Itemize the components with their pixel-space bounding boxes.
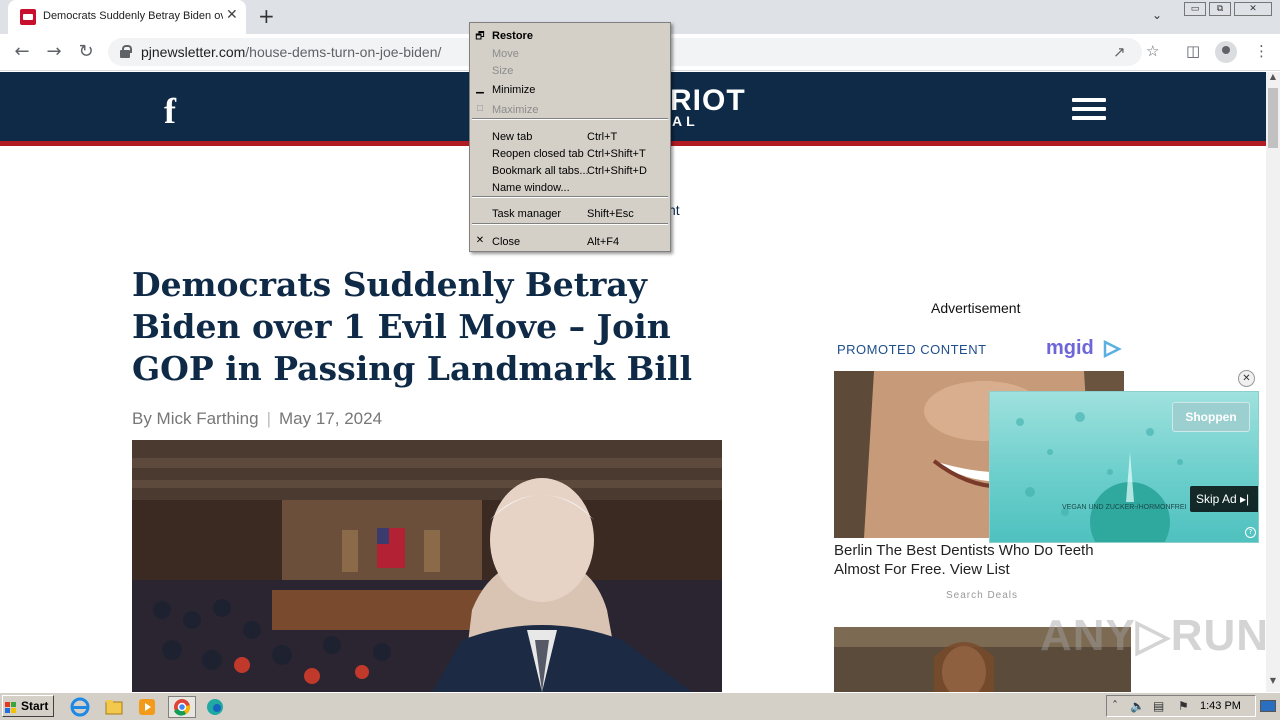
reload-icon[interactable]: ↻ xyxy=(74,41,98,62)
ad-fine-print: VEGAN UND ZUCKER-/HORMONFREI xyxy=(1062,504,1187,511)
chrome-icon[interactable] xyxy=(168,696,196,718)
publish-date: May 17, 2024 xyxy=(279,409,383,428)
menu-item-close[interactable]: ✕ Close Alt+F4 xyxy=(470,233,670,250)
scrollbar-thumb[interactable] xyxy=(1268,88,1278,148)
network-icon[interactable]: ▤ xyxy=(1153,699,1164,713)
window-system-menu: 🗗 Restore Move Size ▁ Minimize □ Maximize New ta… xyxy=(469,22,671,252)
windows-logo-icon xyxy=(5,699,17,713)
scroll-up-arrow-icon[interactable]: ▲ xyxy=(1266,72,1280,86)
url-text[interactable]: pjnewsletter.com/house-dems-turn-on-joe-… xyxy=(141,44,441,60)
menu-item-bookmark-all-tabs[interactable]: Bookmark all tabs... Ctrl+Shift+D xyxy=(470,162,670,179)
menu-item-label: Close xyxy=(492,236,521,248)
show-desktop-icon[interactable] xyxy=(1260,700,1276,712)
scroll-down-arrow-icon[interactable]: ▼ xyxy=(1266,676,1280,690)
shop-now-button[interactable]: Shoppen xyxy=(1172,402,1250,432)
edge-icon[interactable] xyxy=(204,696,226,718)
menu-item-label: Name window... xyxy=(492,182,570,194)
author-name[interactable]: By Mick Farthing xyxy=(132,409,259,428)
site-favicon-icon xyxy=(20,9,36,25)
internet-explorer-icon[interactable] xyxy=(69,696,91,718)
advertisement-label: Advertisement xyxy=(931,300,1021,316)
menu-item-icon: □ xyxy=(476,103,484,114)
close-video-ad-icon[interactable]: ✕ xyxy=(1238,370,1255,387)
lock-icon[interactable] xyxy=(120,45,132,58)
restore-window-button[interactable]: ⧉ xyxy=(1209,2,1231,16)
back-arrow-icon[interactable]: ← xyxy=(10,41,34,62)
menu-item-shortcut: Alt+F4 xyxy=(587,236,620,248)
menu-item-shortcut: Ctrl+T xyxy=(587,131,618,143)
media-player-icon[interactable] xyxy=(136,696,158,718)
menu-item-shortcut: Ctrl+Shift+D xyxy=(587,165,647,177)
mgid-logo[interactable]: mgid xyxy=(1046,337,1094,360)
ad-info-help-icon[interactable]: ? xyxy=(1245,527,1256,538)
browser-tab[interactable]: Democrats Suddenly Betray Biden ov ✕ xyxy=(8,0,246,34)
menu-item-icon: 🗗 xyxy=(475,31,485,42)
taskbar-clock[interactable]: 1:43 PM xyxy=(1200,700,1241,712)
menu-item-label: Minimize xyxy=(492,84,536,96)
menu-item-task-manager[interactable]: Task manager Shift+Esc xyxy=(470,205,670,222)
tab-search-chevron-icon[interactable]: ⌄ xyxy=(1152,8,1162,22)
menu-item-reopen-closed-tab[interactable]: Reopen closed tab Ctrl+Shift+T xyxy=(470,145,670,162)
menu-item-shortcut: Shift+Esc xyxy=(587,208,634,220)
action-center-flag-icon[interactable]: ⚑ xyxy=(1178,699,1189,713)
article-headline: Democrats Suddenly Betray Biden over 1 E… xyxy=(132,265,693,388)
menu-item-shortcut: Ctrl+Shift+T xyxy=(587,148,646,160)
menu-item-restore[interactable]: 🗗 Restore xyxy=(470,27,670,44)
menu-separator xyxy=(472,223,668,225)
new-tab-button[interactable]: + xyxy=(258,4,275,28)
tab-close-icon[interactable]: ✕ xyxy=(226,7,238,23)
menu-item-label: New tab xyxy=(492,131,533,143)
profile-avatar-icon[interactable] xyxy=(1215,41,1237,63)
menu-item-label: Size xyxy=(492,65,514,77)
menu-item-label: Maximize xyxy=(492,104,539,116)
promoted-content-label: PROMOTED CONTENT xyxy=(837,342,987,357)
minimize-window-button[interactable]: ▭ xyxy=(1184,2,1206,16)
mgid-adchoices-icon[interactable] xyxy=(1102,339,1122,359)
facebook-icon[interactable]: f xyxy=(164,90,176,132)
menu-item-icon: ▁ xyxy=(476,83,484,94)
menu-item-label: Move xyxy=(492,48,519,60)
menu-item-move: Move xyxy=(470,45,670,62)
side-panel-icon[interactable]: ◫ xyxy=(1186,42,1200,60)
share-icon[interactable]: ↗ xyxy=(1113,43,1126,61)
file-explorer-icon[interactable] xyxy=(103,696,125,718)
forward-arrow-icon[interactable]: → xyxy=(42,41,66,62)
page-scrollbar[interactable] xyxy=(1266,72,1280,692)
more-menu-icon[interactable]: ⋮ xyxy=(1254,42,1269,60)
menu-item-name-window[interactable]: Name window... xyxy=(470,179,670,196)
show-hidden-icons-icon[interactable]: ˆ xyxy=(1112,699,1118,713)
menu-separator xyxy=(472,196,668,198)
close-window-button[interactable]: ✕ xyxy=(1234,2,1272,16)
menu-item-minimize[interactable]: ▁ Minimize xyxy=(470,81,670,98)
site-logo-subtitle: AL xyxy=(672,113,699,129)
menu-item-new-tab[interactable]: New tab Ctrl+T xyxy=(470,128,670,145)
tab-title: Democrats Suddenly Betray Biden ov xyxy=(43,10,223,22)
bookmark-star-icon[interactable]: ☆ xyxy=(1146,42,1159,60)
menu-separator xyxy=(472,118,668,120)
promo-source[interactable]: Search Deals xyxy=(946,590,1018,601)
anyrun-watermark: ANY▷RUN xyxy=(1040,611,1270,660)
menu-item-label: Restore xyxy=(492,30,533,42)
menu-item-size: Size xyxy=(470,62,670,79)
article-hero-image xyxy=(132,440,722,692)
byline-separator: | xyxy=(266,409,272,428)
menu-item-label: Bookmark all tabs... xyxy=(492,165,589,177)
menu-item-maximize: □ Maximize xyxy=(470,101,670,118)
menu-item-label: Reopen closed tab xyxy=(492,148,584,160)
menu-item-label: Task manager xyxy=(492,208,562,220)
menu-item-icon: ✕ xyxy=(475,235,485,246)
promo-headline[interactable]: Berlin The Best Dentists Who Do Teeth Al… xyxy=(834,541,1134,579)
hamburger-menu-icon[interactable] xyxy=(1072,98,1106,120)
article-byline: By Mick Farthing | May 17, 2024 xyxy=(132,409,382,429)
skip-ad-button[interactable]: Skip Ad ▸| xyxy=(1190,486,1258,512)
volume-icon[interactable]: 🔈 xyxy=(1130,699,1145,713)
